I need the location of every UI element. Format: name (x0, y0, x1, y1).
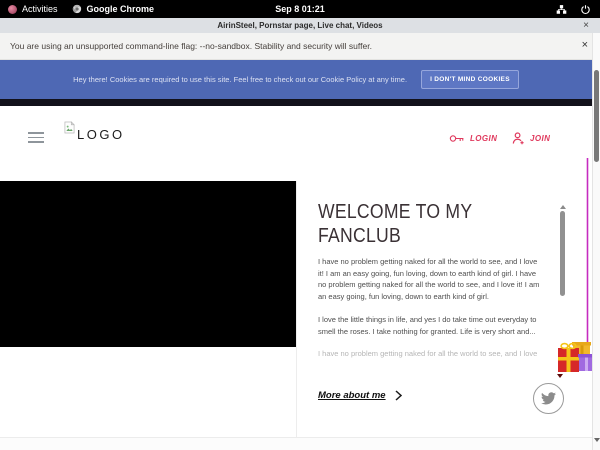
twitter-icon (541, 392, 556, 405)
distro-icon (8, 5, 17, 14)
browser-scrollbar-thumb[interactable] (594, 70, 600, 162)
login-button[interactable]: LOGIN (449, 133, 497, 144)
site-header (0, 106, 592, 181)
join-label: JOIN (530, 134, 550, 143)
site-logo[interactable]: LOGO (64, 121, 125, 142)
power-icon[interactable] (580, 4, 591, 15)
next-section-edge (0, 437, 592, 450)
chrome-icon (72, 4, 82, 14)
desktop-top-bar: Activities Google Chrome Sep 8 01:21 (0, 0, 600, 18)
gifts-collapse-icon[interactable] (557, 374, 563, 378)
more-about-me-link[interactable]: More about me (318, 390, 402, 401)
add-user-icon (512, 132, 525, 145)
twitter-button[interactable] (533, 383, 564, 414)
gift-box-red (558, 344, 579, 372)
column-divider (296, 181, 297, 437)
cookie-message: Hey there! Cookies are required to use t… (73, 75, 407, 84)
logo-alt-text: LOGO (77, 127, 125, 142)
login-label: LOGIN (470, 134, 497, 143)
site-top-strip (0, 99, 592, 106)
network-icon[interactable] (556, 4, 567, 15)
screen: Activities Google Chrome Sep 8 01:21 (0, 0, 600, 450)
join-button[interactable]: JOIN (512, 132, 550, 145)
about-paragraph-3-clipped: I have no problem getting naked for all … (318, 348, 545, 360)
about-paragraph-1: I have no problem getting naked for all … (318, 256, 545, 303)
broken-image-icon (64, 121, 75, 134)
menu-icon[interactable] (28, 132, 44, 146)
tab-title: AirinSteel, Pornstar page, Live chat, Vi… (217, 21, 382, 30)
cookie-banner: Hey there! Cookies are required to use t… (0, 60, 592, 99)
chevron-right-icon (395, 390, 402, 401)
browser-tab[interactable]: AirinSteel, Pornstar page, Live chat, Vi… (0, 18, 600, 33)
activities-label: Activities (22, 4, 58, 14)
clock[interactable]: Sep 8 01:21 (275, 4, 325, 14)
key-icon (449, 133, 465, 144)
profile-video[interactable] (0, 181, 296, 347)
app-name-label: Google Chrome (87, 4, 155, 14)
accept-cookies-button[interactable]: I DON'T MIND COOKIES (421, 70, 519, 89)
infobar-close-icon[interactable]: × (582, 39, 588, 51)
about-text-panel: I have no problem getting naked for all … (318, 256, 545, 360)
app-menu-button[interactable]: Google Chrome (72, 4, 155, 14)
sandbox-warning-bar: You are using an unsupported command-lin… (0, 33, 600, 60)
scrollbar-down-icon[interactable] (594, 438, 600, 442)
tab-close-icon[interactable]: × (583, 19, 589, 32)
sandbox-warning-text: You are using an unsupported command-lin… (10, 41, 372, 51)
activities-button[interactable]: Activities (8, 4, 58, 14)
page-title: WELCOME TO MY FANCLUB (318, 201, 503, 248)
more-about-me-label: More about me (318, 390, 386, 401)
about-paragraph-2: I love the little things in life, and ye… (318, 314, 545, 337)
